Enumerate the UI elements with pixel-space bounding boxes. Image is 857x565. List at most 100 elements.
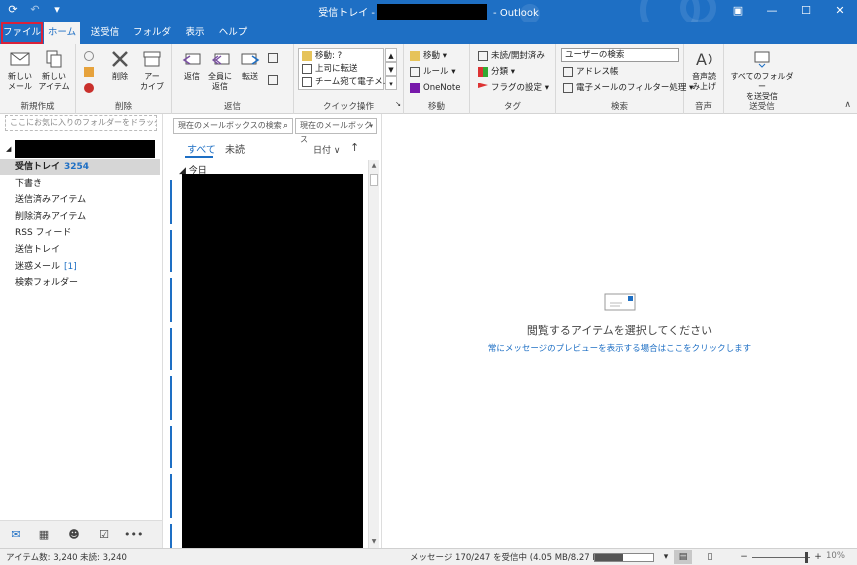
folder-inbox[interactable]: 受信トレイ 3254 (0, 159, 160, 175)
unread-indicator (170, 524, 172, 548)
more-respond-button[interactable] (268, 74, 281, 87)
svg-text:A: A (696, 50, 707, 69)
unread-indicator (170, 180, 172, 224)
scroll-up-icon[interactable]: ▲ (369, 160, 379, 172)
reply-all-button[interactable]: 全員に 返信 (204, 48, 236, 92)
clean-up-button[interactable] (84, 66, 97, 79)
mail-icon[interactable]: ✉ (8, 527, 24, 543)
group-respond: 返信 全員に 返信 転送 返信 (172, 44, 294, 114)
unread-count: 未読: 3,240 (80, 553, 127, 563)
progress-dropdown-icon[interactable]: ▾ (657, 550, 675, 564)
new-mail-button[interactable]: 新しい メール (4, 48, 36, 92)
quick-steps-scroll[interactable]: ▲ ▼ ▾ (385, 48, 397, 90)
send-receive-all-button[interactable]: すべてのフォルダー を送受信 (728, 48, 796, 102)
categorize-button[interactable]: 分類 ▾ (478, 66, 515, 79)
tab-send-receive[interactable]: 送受信 (84, 22, 126, 44)
tab-view[interactable]: 表示 (180, 22, 210, 44)
new-items-button[interactable]: 新しい アイテム (38, 48, 70, 92)
read-aloud-icon: A (696, 50, 712, 69)
archive-button[interactable]: アー カイブ (136, 48, 168, 92)
sort-by-dropdown[interactable]: 日付 ∨ (313, 143, 340, 156)
search-icon[interactable]: ⌕ (283, 119, 288, 133)
folder-deleted[interactable]: 削除済みアイテム (0, 209, 160, 225)
minimize-button[interactable]: — (755, 0, 789, 22)
maximize-button[interactable]: ☐ (789, 0, 823, 22)
tab-help[interactable]: ヘルプ (216, 22, 250, 44)
window-controls: ▣ — ☐ ✕ (721, 0, 857, 22)
scroll-down-icon[interactable]: ▼ (369, 536, 379, 548)
always-preview-link[interactable]: 常にメッセージのプレビューを表示する場合はここをクリックします (382, 342, 857, 354)
ignore-button[interactable] (84, 50, 97, 63)
mailbox-search-input[interactable]: 現在のメールボックスの検索 ⌕ (173, 118, 293, 134)
tab-file[interactable]: ファイル (1, 22, 43, 44)
quick-step-item[interactable]: 上司に転送 (302, 63, 358, 76)
zoom-in-button[interactable]: + (809, 550, 827, 564)
chevron-up-icon[interactable]: ▲ (385, 48, 397, 62)
folder-move-icon (302, 50, 312, 61)
forward-button[interactable]: 転送 (234, 48, 266, 82)
delete-icon (112, 51, 128, 67)
search-people-input[interactable]: ユーザーの検索 (561, 48, 679, 62)
onenote-icon (410, 82, 420, 93)
collapse-ribbon-icon[interactable]: ∧ (844, 100, 851, 110)
message-list-scrollbar[interactable]: ▲ ▼ (368, 160, 379, 548)
collapse-triangle-icon[interactable]: ◢ (6, 145, 11, 153)
folder-rss[interactable]: RSS フィード (0, 225, 160, 241)
move-button[interactable]: 移動 ▾ (410, 50, 447, 63)
filter-email-button[interactable]: 電子メールのフィルター処理 ▾ (563, 82, 693, 95)
group-label-delete: 削除 (114, 102, 132, 112)
quick-steps-gallery[interactable]: 移動: ? 上司に転送 チーム宛て電子メ... (298, 48, 391, 90)
read-aloud-button[interactable]: A 音声読 み上げ (688, 48, 720, 92)
reading-pane: 閲覧するアイテムを選択してください 常にメッセージのプレビューを表示する場合はこ… (382, 114, 857, 548)
unread-indicator (170, 474, 172, 518)
folder-outbox[interactable]: 送信トレイ (0, 242, 160, 258)
calendar-icon[interactable]: ▦ (36, 527, 52, 543)
account-header[interactable]: ◢ (5, 140, 155, 158)
group-label-find: 検索 (610, 102, 628, 112)
meeting-button[interactable] (268, 52, 281, 65)
delete-button[interactable]: 削除 (104, 48, 136, 82)
people-icon[interactable]: ☻ (66, 527, 82, 543)
forward-icon (241, 53, 260, 65)
tasks-icon[interactable]: ☑ (96, 527, 112, 543)
unread-indicator (170, 426, 172, 468)
group-move: 移動 ▾ ルール ▾ OneNote 移動 (404, 44, 470, 114)
favorites-drop-zone[interactable]: ここにお気に入りのフォルダーをドラッグします (5, 115, 157, 131)
unread-read-button[interactable]: 未読/開封済み (478, 50, 545, 63)
chevron-down-icon[interactable]: ▼ (385, 62, 397, 76)
redacted-message-list (182, 174, 363, 548)
close-button[interactable]: ✕ (823, 0, 857, 22)
junk-button[interactable] (84, 82, 97, 95)
more-apps-icon[interactable]: ••• (124, 527, 143, 543)
folder-junk[interactable]: 迷惑メール [1] (0, 259, 160, 275)
filter-unread[interactable]: 未読 (225, 141, 245, 156)
zoom-slider-track[interactable] (752, 557, 810, 558)
status-bar: アイテム数: 3,240 未読: 3,240 メッセージ 170/247 を受信… (0, 548, 857, 565)
quick-step-item[interactable]: チーム宛て電子メ... (302, 76, 391, 89)
filter-all[interactable]: すべて (187, 141, 216, 156)
zoom-slider-thumb[interactable] (805, 552, 808, 563)
sort-direction-button[interactable]: ↑ (350, 141, 359, 154)
address-book-button[interactable]: アドレス帳 (563, 66, 619, 79)
more-icon[interactable]: ▾ (385, 76, 397, 90)
scroll-thumb[interactable] (370, 174, 378, 186)
search-scope-dropdown[interactable]: 現在のメールボックス ▾ (295, 118, 377, 144)
tab-folder[interactable]: フォルダー (130, 22, 174, 60)
reply-icon (182, 53, 201, 65)
onenote-button[interactable]: OneNote (410, 82, 460, 95)
reading-view-icon[interactable]: ▯ (701, 550, 719, 564)
ribbon-display-options-icon[interactable]: ▣ (721, 0, 755, 22)
rules-button[interactable]: ルール ▾ (410, 66, 455, 79)
group-label-quick-steps: クイック操作 (322, 102, 374, 112)
normal-view-icon[interactable]: ▤ (674, 550, 692, 564)
folder-sent[interactable]: 送信済みアイテム (0, 192, 160, 208)
folder-search[interactable]: 検索フォルダー (0, 275, 160, 291)
quick-step-item[interactable]: 移動: ? (302, 50, 342, 63)
group-find: ユーザーの検索 アドレス帳 電子メールのフィルター処理 ▾ 検索 (556, 44, 693, 114)
dialog-launcher-icon[interactable]: ↘ (395, 98, 401, 111)
zoom-out-button[interactable]: − (735, 550, 753, 564)
folder-drafts[interactable]: 下書き (0, 176, 160, 192)
envelope-icon (604, 293, 636, 311)
tab-home[interactable]: ホーム (44, 22, 80, 44)
follow-up-button[interactable]: フラグの設定 ▾ (478, 82, 549, 95)
